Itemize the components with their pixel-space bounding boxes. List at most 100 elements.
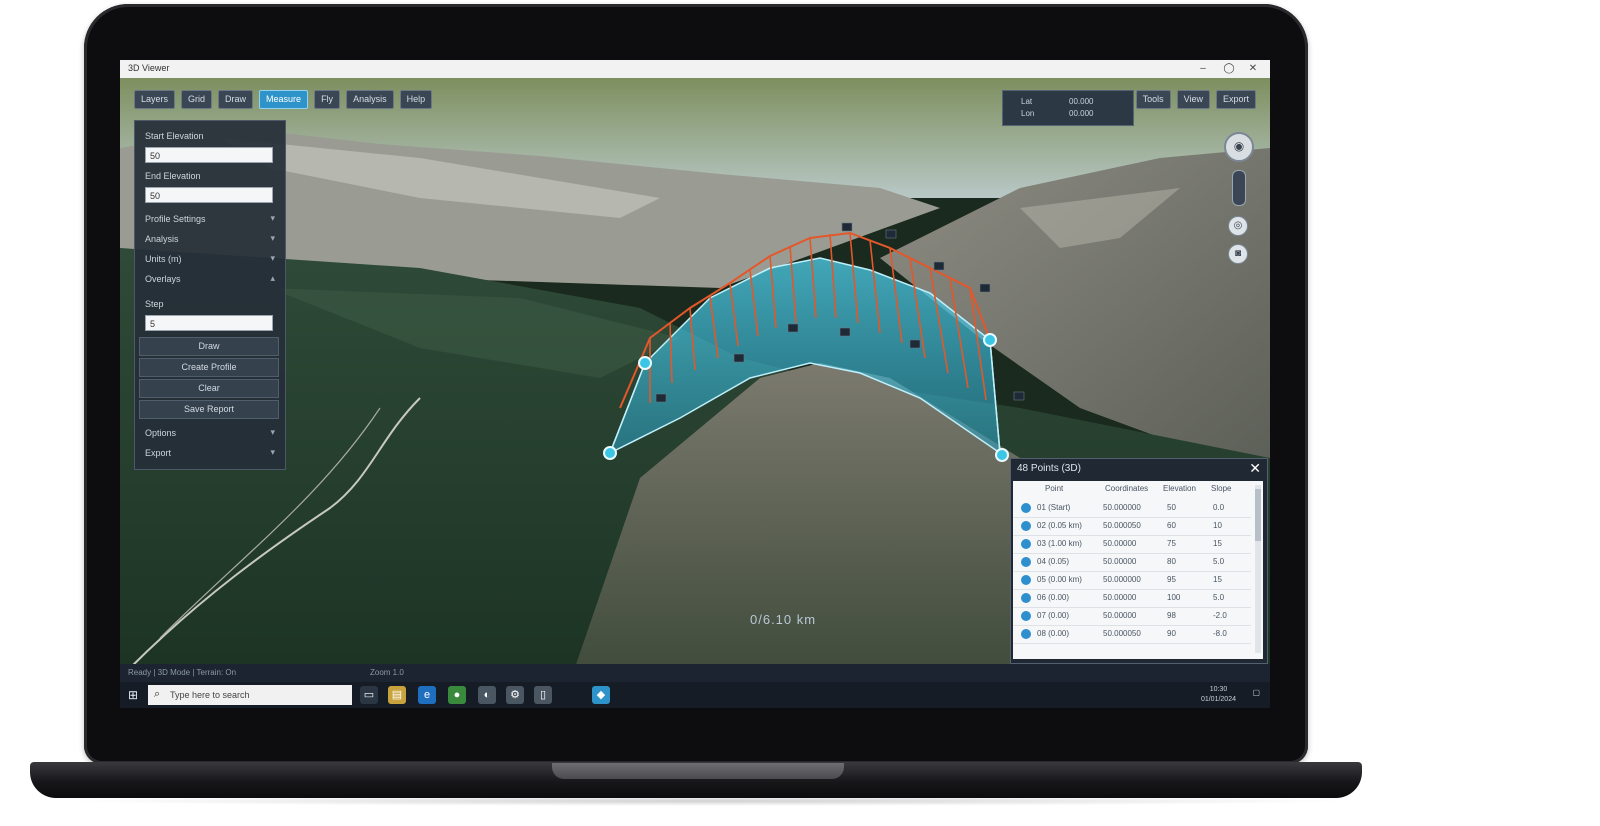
notes-icon[interactable]: ▯ [534, 686, 552, 704]
compass-icon[interactable]: ◉ [1224, 132, 1254, 162]
table-row[interactable]: 08 (0.00) 50.000050 90 -8.0 [1013, 625, 1251, 644]
data-panel-title: 48 Points (3D) [1017, 463, 1081, 474]
status-zoom: Zoom 1.0 [370, 668, 404, 677]
chevron-down-icon: ▾ [270, 233, 275, 243]
toolbar-layers-button[interactable]: Layers [134, 90, 176, 109]
app-icon[interactable]: ◐ [478, 686, 496, 704]
settings-icon[interactable]: ⚙ [506, 686, 524, 704]
end-elevation-label: End Elevation [145, 171, 201, 181]
cell-elevation: 90 [1167, 629, 1176, 638]
cell-point: 07 (0.00) [1037, 611, 1070, 620]
table-row[interactable]: 05 (0.00 km) 50.000000 95 15 [1013, 571, 1251, 590]
cell-coordinates: 50.000000 [1103, 503, 1141, 512]
point-marker-icon [1021, 629, 1031, 639]
column-header: Elevation [1163, 484, 1196, 493]
cell-elevation: 98 [1167, 611, 1176, 620]
lat-label: Lat [1021, 97, 1033, 106]
view-button[interactable]: View [1176, 90, 1210, 109]
create-profile-button[interactable]: Create Profile [139, 358, 279, 377]
cell-elevation: 80 [1167, 557, 1176, 566]
scrollbar-thumb[interactable] [1255, 489, 1261, 541]
table-row[interactable]: 04 (0.05) 50.00000 80 5.0 [1013, 553, 1251, 572]
cell-coordinates: 50.000000 [1103, 575, 1141, 584]
toolbar-measure-button[interactable]: Measure [259, 90, 309, 109]
table-row[interactable]: 02 (0.05 km) 50.000050 60 10 [1013, 517, 1251, 536]
cell-slope: 15 [1213, 539, 1222, 548]
cell-coordinates: 50.000050 [1103, 629, 1141, 638]
map-toolbar: Layers Grid Draw Measure Fly Analysis He… [134, 90, 433, 109]
section-overlays[interactable]: Overlays ▴ [145, 273, 275, 287]
cell-point: 05 (0.00 km) [1037, 575, 1082, 584]
cell-coordinates: 50.000050 [1103, 521, 1141, 530]
save-report-button[interactable]: Save Report [139, 400, 279, 419]
table-row[interactable]: 07 (0.00) 50.00000 98 -2.0 [1013, 607, 1251, 626]
table-scrollbar[interactable] [1255, 485, 1261, 653]
table-row[interactable]: 01 (Start) 50.000000 50 0.0 [1013, 499, 1251, 518]
chrome-icon[interactable]: ● [448, 686, 466, 704]
chevron-down-icon: ▾ [270, 447, 275, 457]
lat-value: 00.000 [1069, 97, 1094, 106]
table-row[interactable]: 03 (1.00 km) 50.00000 75 15 [1013, 535, 1251, 554]
section-export[interactable]: Export ▾ [145, 447, 275, 461]
toolbar-help-button[interactable]: Help [399, 90, 433, 109]
draw-button[interactable]: Draw [139, 337, 279, 356]
profile-point-1[interactable] [638, 356, 652, 370]
chevron-down-icon: ▾ [270, 253, 275, 263]
step-input[interactable]: 5 [145, 315, 273, 331]
tools-button[interactable]: Tools [1135, 90, 1171, 109]
toolbar-grid-button[interactable]: Grid [181, 90, 213, 109]
task-view-icon[interactable]: ▭ [360, 686, 378, 704]
section-profile-settings[interactable]: Profile Settings ▾ [145, 213, 275, 227]
cell-point: 04 (0.05) [1037, 557, 1070, 566]
table-row[interactable]: 06 (0.00) 50.00000 100 5.0 [1013, 589, 1251, 608]
cell-slope: -2.0 [1213, 611, 1227, 620]
camera-icon[interactable]: ◙ [1228, 244, 1248, 264]
laptop-hinge-notch [552, 763, 844, 779]
point-marker-icon [1021, 611, 1031, 621]
profile-point-4[interactable] [995, 448, 1009, 462]
maximize-icon[interactable]: ◯ [1218, 61, 1240, 77]
start-menu-icon[interactable]: ⊞ [122, 684, 144, 706]
notification-icon[interactable]: ▢ [1252, 688, 1260, 697]
taskbar-clock[interactable]: 10:30 01/01/2024 [1201, 685, 1236, 705]
cell-coordinates: 50.00000 [1103, 557, 1137, 566]
toolbar-draw-button[interactable]: Draw [218, 90, 254, 109]
section-options[interactable]: Options ▾ [145, 427, 275, 441]
status-bar: Ready | 3D Mode | Terrain: On Zoom 1.0 [120, 664, 1270, 682]
section-label: Overlays [145, 274, 181, 284]
start-elevation-label: Start Elevation [145, 131, 204, 141]
profile-point-2[interactable] [983, 333, 997, 347]
viewer-app-icon[interactable]: ◆ [592, 686, 610, 704]
coordinate-readout: Lat 00.000 Lon 00.000 [1002, 90, 1134, 126]
export-button[interactable]: Export [1215, 90, 1256, 109]
close-icon[interactable]: ✕ [1249, 460, 1261, 477]
chevron-down-icon: ▾ [270, 427, 275, 437]
window-titlebar: 3D Viewer – ◯ ✕ [120, 60, 1270, 79]
zoom-slider[interactable] [1232, 170, 1246, 206]
edge-browser-icon[interactable]: e [418, 686, 436, 704]
end-elevation-input[interactable]: 50 [145, 187, 273, 203]
profile-point-3[interactable] [603, 446, 617, 460]
section-units[interactable]: Units (m) ▾ [145, 253, 275, 267]
taskbar-search-input[interactable]: Type here to search [148, 685, 352, 705]
minimize-icon[interactable]: – [1192, 61, 1214, 77]
section-analysis[interactable]: Analysis ▾ [145, 233, 275, 247]
cell-slope: 5.0 [1213, 593, 1225, 602]
toolbar-analysis-button[interactable]: Analysis [346, 90, 394, 109]
column-header: Coordinates [1105, 484, 1149, 493]
cell-elevation: 95 [1167, 575, 1176, 584]
file-explorer-icon[interactable]: ▤ [388, 686, 406, 704]
start-elevation-input[interactable]: 50 [145, 147, 273, 163]
cell-elevation: 50 [1167, 503, 1176, 512]
close-window-icon[interactable]: ✕ [1242, 61, 1264, 77]
point-marker-icon [1021, 593, 1031, 603]
toolbar-fly-button[interactable]: Fly [314, 90, 341, 109]
section-label: Options [145, 428, 177, 438]
cell-slope: 5.0 [1213, 557, 1225, 566]
clear-button[interactable]: Clear [139, 379, 279, 398]
point-marker-icon [1021, 557, 1031, 567]
cell-point: 08 (0.00) [1037, 629, 1070, 638]
cell-elevation: 100 [1167, 593, 1181, 602]
step-label: Step [145, 299, 164, 309]
tilt-icon[interactable]: ◎ [1228, 216, 1248, 236]
